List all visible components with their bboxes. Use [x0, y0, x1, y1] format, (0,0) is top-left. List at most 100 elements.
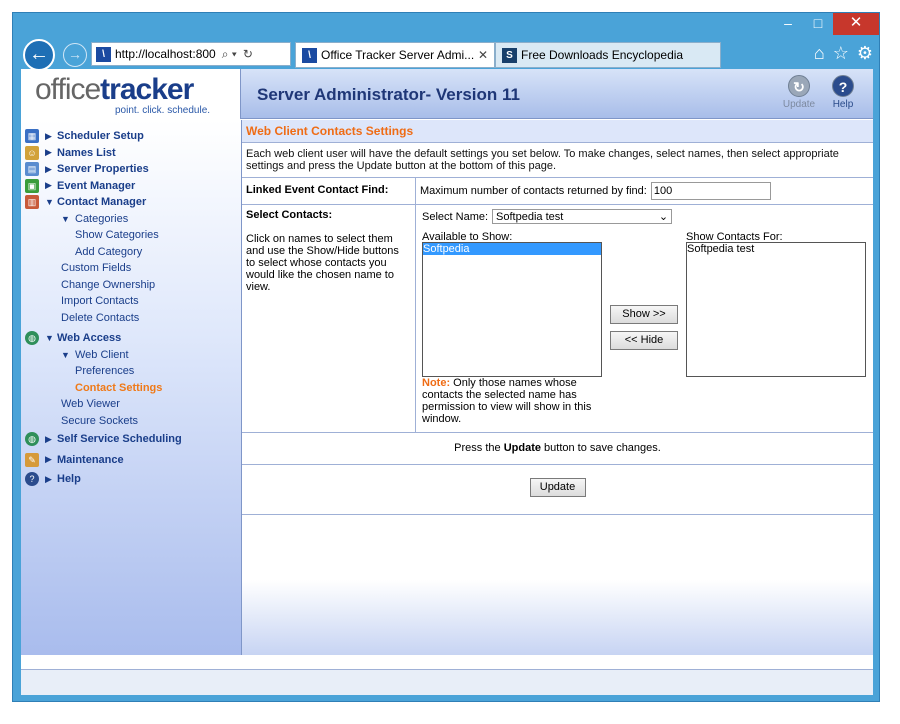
sidebar-item-preferences[interactable]: Preferences — [21, 363, 241, 380]
wrench-icon: ✎ — [25, 452, 39, 467]
sidebar-item-self-service[interactable]: ◍ ▶ Self Service Scheduling — [21, 431, 241, 448]
tab-close-icon[interactable]: ✕ — [478, 48, 488, 62]
tab-label: Office Tracker Server Admi... — [321, 48, 475, 62]
show-button[interactable]: Show >> — [610, 305, 678, 324]
tab-office-tracker[interactable]: \ Office Tracker Server Admi... ✕ — [295, 42, 495, 68]
sidebar-item-label: Delete Contacts — [61, 311, 140, 324]
sidebar-item-label: Contact Settings — [75, 381, 163, 394]
sidebar-item-help[interactable]: ? ▶ Help — [21, 471, 241, 488]
max-contacts-cell: Maximum number of contacts returned by f… — [416, 178, 873, 204]
tab-favicon-icon: \ — [302, 47, 317, 63]
help-header-button[interactable]: ? Help — [823, 75, 863, 110]
globe-icon: ◍ — [25, 331, 39, 346]
collapse-arrow-icon: ▼ — [61, 349, 70, 360]
sidebar-item-contact-settings[interactable]: Contact Settings — [21, 380, 241, 397]
show-for-listbox[interactable]: Softpedia test — [686, 242, 866, 377]
people-icon: ☺ — [25, 145, 39, 160]
sidebar-item-import-contacts[interactable]: Import Contacts — [21, 293, 241, 310]
sidebar-item-names-list[interactable]: ☺ ▶ Names List — [21, 145, 241, 162]
settings-gear-icon[interactable]: ⚙ — [857, 43, 873, 64]
sidebar-item-delete-contacts[interactable]: Delete Contacts — [21, 310, 241, 327]
select-contacts-cell: Select Contacts: Click on names to selec… — [242, 205, 416, 432]
sidebar-item-custom-fields[interactable]: Custom Fields — [21, 260, 241, 277]
hide-button[interactable]: << Hide — [610, 331, 678, 350]
search-icon[interactable]: ⌕ ▾ — [222, 47, 237, 62]
note-block: Note: Only those names whose contacts th… — [422, 377, 606, 425]
browser-toolbar: ⌂ ☆ ⚙ — [814, 43, 873, 64]
sidebar-item-change-ownership[interactable]: Change Ownership — [21, 277, 241, 294]
select-contacts-row: Select Contacts: Click on names to selec… — [242, 205, 873, 433]
sidebar-item-add-category[interactable]: Add Category — [21, 244, 241, 261]
collapse-arrow-icon: ▼ — [61, 213, 70, 224]
select-name-label: Select Name: — [422, 210, 489, 223]
max-contacts-label: Maximum number of contacts returned by f… — [420, 185, 647, 197]
back-arrow-icon[interactable]: ← — [23, 39, 55, 71]
sidebar-item-scheduler-setup[interactable]: ▦ ▶ Scheduler Setup — [21, 128, 241, 145]
tab-softpedia[interactable]: S Free Downloads Encyclopedia — [495, 42, 721, 68]
press-suffix: button to save changes. — [544, 442, 661, 454]
sidebar-item-label: Web Client — [75, 348, 129, 361]
sidebar-item-event-manager[interactable]: ▣ ▶ Event Manager — [21, 178, 241, 195]
sidebar-item-web-access[interactable]: ◍ ▼ Web Access — [21, 330, 241, 347]
sidebar-item-contact-manager[interactable]: ▥ ▼ Contact Manager — [21, 194, 241, 211]
globe-calendar-icon: ◍ — [25, 432, 39, 447]
calendar-icon: ▦ — [25, 129, 39, 144]
event-icon: ▣ — [25, 178, 39, 193]
expand-arrow-icon: ▶ — [45, 180, 52, 191]
sidebar-item-label: Contact Manager — [57, 196, 147, 209]
officetracker-logo: officetracker — [35, 73, 194, 107]
update-header-button[interactable]: ↻ Update — [779, 75, 819, 110]
linked-event-row: Linked Event Contact Find: Maximum numbe… — [242, 178, 873, 205]
softpedia-favicon-icon: S — [502, 47, 517, 63]
sidebar: ▦ ▶ Scheduler Setup ☺ ▶ Names List ▤ ▶ S… — [21, 120, 242, 655]
sidebar-item-label: Categories — [75, 212, 129, 225]
browser-window: – □ ✕ ← → \ http://localhost:800 ⌕ ▾ ↻ \… — [12, 12, 880, 702]
sidebar-item-label: Help — [57, 473, 81, 486]
sidebar-item-label: Show Categories — [75, 229, 159, 242]
update-button[interactable]: Update — [529, 478, 586, 497]
site-favicon-icon: \ — [96, 46, 111, 62]
sidebar-item-label: Scheduler Setup — [57, 130, 144, 143]
collapse-arrow-icon: ▼ — [45, 333, 54, 344]
forward-arrow-icon[interactable]: → — [63, 43, 87, 67]
press-prefix: Press the — [454, 442, 501, 454]
server-icon: ▤ — [25, 162, 39, 177]
select-contacts-panel: Select Name: Softpedia test ⌄ Available … — [416, 205, 873, 432]
browser-nav: ← → \ http://localhost:800 ⌕ ▾ ↻ \ Offic… — [21, 37, 873, 71]
max-contacts-input[interactable] — [650, 182, 771, 200]
status-bar — [21, 669, 873, 695]
note-label: Note: — [422, 377, 451, 389]
address-bar[interactable]: \ http://localhost:800 ⌕ ▾ ↻ — [91, 42, 291, 66]
sidebar-item-label: Import Contacts — [61, 295, 139, 308]
expand-arrow-icon: ▶ — [45, 473, 52, 484]
sidebar-item-show-categories[interactable]: Show Categories — [21, 227, 241, 244]
app-header: officetracker point. click. schedule. Se… — [21, 69, 873, 119]
home-icon[interactable]: ⌂ — [814, 43, 825, 64]
select-name-row: Select Name: Softpedia test ⌄ — [422, 209, 869, 224]
linked-event-label: Linked Event Contact Find: — [242, 178, 416, 204]
close-icon[interactable]: ✕ — [833, 13, 879, 35]
maximize-icon[interactable]: □ — [803, 13, 833, 35]
favorites-star-icon[interactable]: ☆ — [833, 43, 849, 64]
sidebar-item-label: Names List — [57, 146, 116, 159]
refresh-icon[interactable]: ↻ — [243, 47, 253, 61]
sidebar-item-secure-sockets[interactable]: Secure Sockets — [21, 413, 241, 430]
sidebar-item-web-viewer[interactable]: Web Viewer — [21, 396, 241, 413]
select-name-dropdown[interactable]: Softpedia test ⌄ — [492, 209, 673, 224]
minimize-icon[interactable]: – — [773, 13, 803, 35]
sidebar-item-categories[interactable]: ▼ Categories — [21, 211, 241, 228]
help-icon: ? — [832, 75, 854, 97]
sidebar-item-server-properties[interactable]: ▤ ▶ Server Properties — [21, 161, 241, 178]
sidebar-item-label: Change Ownership — [61, 278, 156, 291]
help-circle-icon: ? — [25, 472, 39, 487]
expand-arrow-icon: ▶ — [45, 130, 52, 141]
sidebar-item-label: Web Access — [57, 332, 122, 345]
logo-area: officetracker point. click. schedule. — [21, 69, 241, 119]
select-contacts-help: Click on names to select them and use th… — [246, 233, 399, 293]
available-listbox[interactable]: Softpedia — [422, 242, 602, 377]
help-header-label: Help — [832, 99, 854, 110]
sidebar-item-web-client[interactable]: ▼ Web Client — [21, 347, 241, 364]
sidebar-item-maintenance[interactable]: ✎ ▶ Maintenance — [21, 452, 241, 469]
list-item[interactable]: Softpedia — [423, 243, 601, 255]
list-item[interactable]: Softpedia test — [687, 243, 865, 255]
